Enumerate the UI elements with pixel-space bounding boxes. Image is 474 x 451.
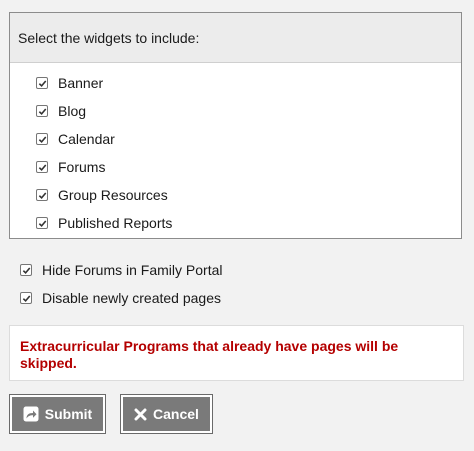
checkbox-blog[interactable] xyxy=(36,105,48,117)
submit-button[interactable]: Submit xyxy=(9,394,106,434)
widget-item-blog[interactable]: Blog xyxy=(10,97,461,125)
option-label-hide-forums: Hide Forums in Family Portal xyxy=(42,262,223,278)
close-x-icon xyxy=(134,408,147,421)
option-label-disable-pages: Disable newly created pages xyxy=(42,290,221,306)
widget-item-forums[interactable]: Forums xyxy=(10,153,461,181)
checkbox-forums[interactable] xyxy=(36,161,48,173)
widget-label-calendar: Calendar xyxy=(58,131,115,147)
warning-message: Extracurricular Programs that already ha… xyxy=(9,325,464,381)
widget-panel-header: Select the widgets to include: xyxy=(10,13,461,63)
widget-item-calendar[interactable]: Calendar xyxy=(10,125,461,153)
widget-item-group-resources[interactable]: Group Resources xyxy=(10,181,461,209)
checkbox-disable-pages[interactable] xyxy=(20,292,32,304)
widget-selection-panel: Select the widgets to include: Banner Bl… xyxy=(9,12,462,239)
widget-item-published-reports[interactable]: Published Reports xyxy=(10,209,461,237)
widget-label-published-reports: Published Reports xyxy=(58,215,173,231)
widget-list: Banner Blog Calendar Forums Group Resour… xyxy=(10,63,461,237)
cancel-label: Cancel xyxy=(153,406,199,422)
options-group: Hide Forums in Family Portal Disable new… xyxy=(0,256,474,312)
cancel-button[interactable]: Cancel xyxy=(120,394,213,434)
widget-label-group-resources: Group Resources xyxy=(58,187,168,203)
checkbox-hide-forums[interactable] xyxy=(20,264,32,276)
widget-label-forums: Forums xyxy=(58,159,106,175)
option-hide-forums[interactable]: Hide Forums in Family Portal xyxy=(0,256,474,284)
checkbox-group-resources[interactable] xyxy=(36,189,48,201)
widget-item-banner[interactable]: Banner xyxy=(10,69,461,97)
widget-label-banner: Banner xyxy=(58,75,104,91)
checkbox-published-reports[interactable] xyxy=(36,217,48,229)
submit-label: Submit xyxy=(44,406,93,422)
checkbox-banner[interactable] xyxy=(36,77,48,89)
share-arrow-icon xyxy=(23,406,39,422)
widget-label-blog: Blog xyxy=(58,103,87,119)
checkbox-calendar[interactable] xyxy=(36,133,48,145)
option-disable-pages[interactable]: Disable newly created pages xyxy=(0,284,474,312)
